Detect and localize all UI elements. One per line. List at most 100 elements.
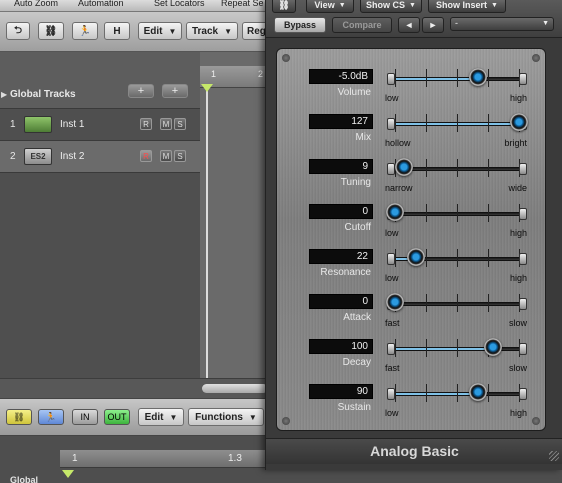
horizontal-scrollbar[interactable] <box>0 378 270 398</box>
synth-icon <box>24 116 52 133</box>
record-button[interactable]: R <box>140 150 152 162</box>
playhead-marker[interactable] <box>201 84 213 92</box>
slider-ticks <box>395 159 520 177</box>
param-slider[interactable] <box>386 203 527 222</box>
slider-tick <box>488 384 489 402</box>
slider-knob[interactable] <box>469 68 488 86</box>
menu-item-set-locators[interactable]: Set Locators <box>154 0 205 8</box>
solo-button[interactable]: S <box>174 150 186 162</box>
param-row-mix: 127 Mix hollow bright <box>277 108 547 152</box>
param-value-display[interactable]: 100 <box>309 339 373 354</box>
param-value-display[interactable]: 90 <box>309 384 373 399</box>
slider-tick <box>457 384 458 402</box>
global-tracks-title[interactable]: Global Tracks <box>10 89 76 100</box>
mute-button[interactable]: M <box>160 150 172 162</box>
param-value-display[interactable]: 127 <box>309 114 373 129</box>
back-button[interactable]: ⮌ <box>6 22 30 40</box>
track-row-1[interactable]: 1 Inst 1 R M S <box>0 109 200 141</box>
slider-max-label: bright <box>504 138 527 148</box>
catch-button[interactable]: 🏃 <box>72 22 98 40</box>
track-name[interactable]: Inst 2 <box>60 151 84 162</box>
slider-endcap <box>519 208 527 220</box>
param-slider[interactable] <box>386 293 527 312</box>
link-toggle-button[interactable]: ⛓ <box>6 409 32 425</box>
next-preset-button[interactable]: ► <box>422 17 444 33</box>
arrange-area[interactable] <box>200 52 270 378</box>
track-row-2[interactable]: 2 ES2 Inst 2 R M S <box>0 141 200 173</box>
slider-ticks <box>395 69 520 87</box>
slider-knob[interactable] <box>510 113 528 131</box>
resize-grip-icon[interactable] <box>549 451 559 461</box>
track-menu-button[interactable]: Track ▼ <box>186 22 238 40</box>
slider-knob[interactable] <box>386 203 404 221</box>
slider-tick <box>457 249 458 267</box>
bypass-button[interactable]: Bypass <box>274 17 326 33</box>
mute-button[interactable]: M <box>160 118 172 130</box>
slider-tick <box>488 249 489 267</box>
compare-label: Compare <box>342 20 382 30</box>
back-arrow-icon: ⮌ <box>13 24 22 36</box>
menu-item-auto-zoom[interactable]: Auto Zoom <box>14 0 58 8</box>
slider-tick <box>395 249 396 267</box>
slider-tick <box>395 339 396 357</box>
link-icon: ⛓ <box>44 25 58 37</box>
param-value-display[interactable]: -5.0dB <box>309 69 373 84</box>
slider-min-label: fast <box>385 363 400 373</box>
functions-menu-button[interactable]: Functions ▼ <box>188 408 264 426</box>
editor-edit-menu-button[interactable]: Edit ▼ <box>138 408 184 426</box>
param-slider[interactable] <box>387 68 527 87</box>
slider-ticks <box>395 204 520 222</box>
slider-tick <box>457 114 458 132</box>
slider-knob[interactable] <box>407 248 426 266</box>
param-slider[interactable] <box>387 248 527 267</box>
menu-item-automation[interactable]: Automation <box>78 0 124 8</box>
plugin-link-button[interactable]: ⛓ <box>272 0 296 13</box>
previous-preset-button[interactable]: ◄ <box>398 17 420 33</box>
slider-knob[interactable] <box>483 338 502 356</box>
show-cs-button[interactable]: Show CS ▼ <box>360 0 422 13</box>
param-slider[interactable] <box>387 158 527 177</box>
slider-knob[interactable] <box>386 293 404 311</box>
param-value-display[interactable]: 0 <box>309 294 373 309</box>
param-slider[interactable] <box>387 113 528 132</box>
slider-ticks <box>395 114 520 132</box>
track-name[interactable]: Inst 1 <box>60 119 84 130</box>
param-slider[interactable] <box>387 383 527 402</box>
param-row-decay: 100 Decay fast slow <box>277 333 547 377</box>
param-label: Resonance <box>320 267 371 278</box>
param-value-display[interactable]: 0 <box>309 204 373 219</box>
preset-menu[interactable]: - ▼ <box>450 17 554 31</box>
link-button[interactable]: ⛓ <box>38 22 64 40</box>
slider-endcap <box>387 343 395 355</box>
midi-in-button[interactable]: IN <box>72 409 98 425</box>
compare-button[interactable]: Compare <box>332 17 392 33</box>
slider-tick <box>395 114 396 132</box>
disclosure-triangle-icon[interactable]: ▶ <box>1 90 7 99</box>
slider-min-label: narrow <box>385 183 413 193</box>
hide-button[interactable]: H <box>104 22 130 40</box>
add-folder-button[interactable]: + <box>162 84 188 98</box>
scroll-thumb[interactable] <box>202 384 268 393</box>
show-insert-button[interactable]: Show Insert ▼ <box>428 0 506 13</box>
slider-knob[interactable] <box>469 383 488 401</box>
slider-knob[interactable] <box>394 158 413 176</box>
ruler-mark: 1 <box>72 453 78 464</box>
add-track-button[interactable]: + <box>128 84 154 98</box>
catch-toggle-button[interactable]: 🏃 <box>38 409 64 425</box>
slider-max-label: high <box>509 408 527 418</box>
screw-icon <box>532 54 540 62</box>
solo-button[interactable]: S <box>174 118 186 130</box>
menu-item-repeat[interactable]: Repeat Se <box>221 0 264 8</box>
editor-playhead-marker[interactable] <box>62 470 74 478</box>
mute-label: M <box>162 151 170 161</box>
view-menu-button[interactable]: View ▼ <box>306 0 354 13</box>
playhead-line[interactable] <box>206 88 208 380</box>
param-value-display[interactable]: 22 <box>309 249 373 264</box>
param-slider[interactable] <box>387 338 527 357</box>
slider-min-label: low <box>385 93 399 103</box>
record-button[interactable]: R <box>140 118 152 130</box>
param-value-display[interactable]: 9 <box>309 159 373 174</box>
midi-out-label: OUT <box>107 412 127 422</box>
midi-out-button[interactable]: OUT <box>104 409 130 425</box>
edit-menu-button[interactable]: Edit ▼ <box>138 22 182 40</box>
